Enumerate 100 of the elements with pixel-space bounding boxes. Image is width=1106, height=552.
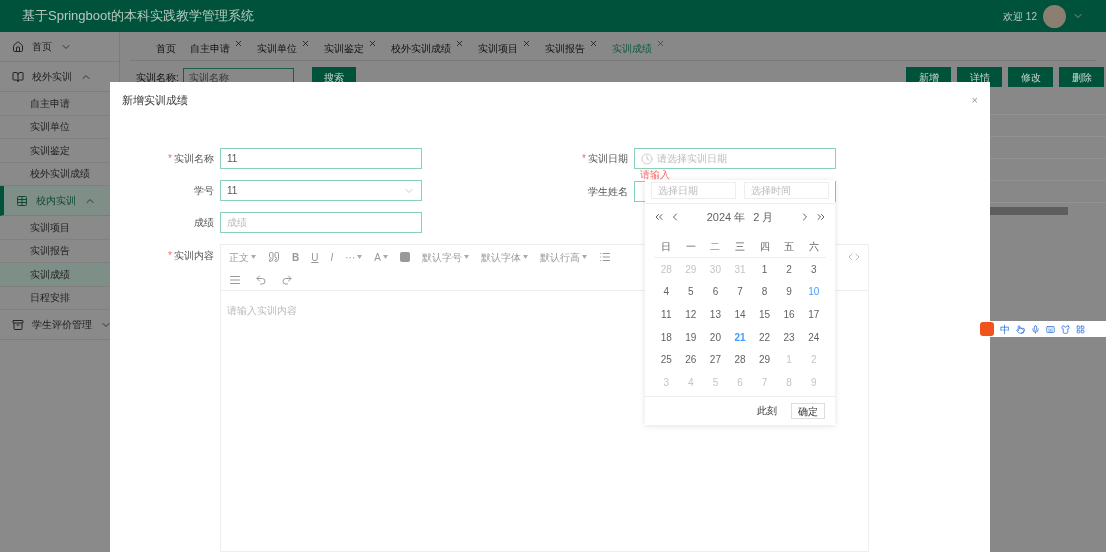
tab[interactable]: 首页 xyxy=(152,41,176,56)
dialog-title: 新增实训成绩 xyxy=(122,92,188,108)
search-label: 实训名称: xyxy=(136,70,179,85)
calendar-day[interactable]: 25 xyxy=(654,348,679,371)
caret-icon xyxy=(581,255,587,259)
field-label: * 实训名称 xyxy=(167,152,215,166)
calendar-day[interactable]: 10 xyxy=(801,280,826,304)
close-tab-icon[interactable] xyxy=(301,39,310,48)
undo-icon[interactable] xyxy=(255,273,267,286)
calendar-day[interactable]: 27 xyxy=(703,348,728,371)
ime-toolbar[interactable]: 中 xyxy=(978,321,1106,337)
select-field[interactable]: 11 xyxy=(220,180,422,201)
now-button[interactable]: 此刻 xyxy=(751,402,783,419)
calendar-day[interactable]: 14 xyxy=(727,303,753,326)
align-icon[interactable] xyxy=(229,273,241,286)
grid-icon[interactable] xyxy=(1076,324,1085,334)
line-height-dropdown[interactable]: 默认行高 xyxy=(539,249,587,265)
tab[interactable]: 实训报告 xyxy=(541,41,598,56)
calendar-day[interactable]: 15 xyxy=(752,303,777,326)
code-icon[interactable] xyxy=(848,251,860,263)
calendar-day[interactable]: 8 xyxy=(752,280,777,304)
shirt-icon[interactable] xyxy=(1061,324,1070,334)
field-label: 学生姓名 xyxy=(587,185,629,199)
close-tab-icon[interactable] xyxy=(234,39,243,48)
caret-icon xyxy=(522,255,528,259)
action-button[interactable]: 删除 xyxy=(1059,67,1104,87)
welcome-text: 欢迎 12 xyxy=(1003,9,1037,24)
keyboard-icon[interactable] xyxy=(1046,324,1055,334)
field-label: 学号 xyxy=(193,184,215,198)
tab[interactable]: 校外实训成绩 xyxy=(387,41,464,56)
weekday-label: 四 xyxy=(752,236,777,258)
close-tab-icon[interactable] xyxy=(589,39,598,48)
caret-icon xyxy=(251,255,256,259)
calendar-day[interactable]: 3 xyxy=(801,258,826,281)
calendar-day[interactable]: 9 xyxy=(776,280,802,304)
calendar-day[interactable]: 11 xyxy=(654,303,679,326)
calendar-day[interactable]: 21 xyxy=(727,325,753,349)
calendar-day[interactable]: 16 xyxy=(776,303,802,326)
underline-button[interactable]: U xyxy=(311,249,319,265)
field-label: * 实训内容 xyxy=(167,249,215,263)
close-button[interactable]: × xyxy=(971,91,978,109)
sidebar-group[interactable]: 首页 xyxy=(0,32,119,62)
close-tab-icon[interactable] xyxy=(368,39,377,48)
error-message: 请输入 xyxy=(640,169,670,180)
background-color-icon[interactable] xyxy=(399,252,410,262)
weekday-label: 三 xyxy=(727,236,753,258)
year-label[interactable]: 2024 年 xyxy=(706,208,746,226)
calendar-day[interactable]: 12 xyxy=(678,303,704,326)
close-tab-icon[interactable] xyxy=(455,39,464,48)
tab[interactable]: 实训鉴定 xyxy=(320,41,377,56)
tab[interactable]: 自主申请 xyxy=(186,41,243,56)
ime-mode[interactable]: 中 xyxy=(1000,321,1010,337)
calendar-day[interactable]: 5 xyxy=(678,280,704,304)
calendar-day[interactable]: 7 xyxy=(727,280,753,304)
calendar-day[interactable]: 28 xyxy=(727,348,753,371)
font-family-dropdown[interactable]: 默认字体 xyxy=(480,249,528,265)
action-button[interactable]: 修改 xyxy=(1008,67,1053,87)
tab[interactable]: 实训单位 xyxy=(253,41,310,56)
calendar-day[interactable]: 18 xyxy=(654,325,679,349)
bold-button[interactable]: B xyxy=(292,249,300,265)
calendar-day[interactable]: 1 xyxy=(752,258,777,281)
calendar-day[interactable]: 2 xyxy=(776,258,802,281)
calendar-day[interactable]: 29 xyxy=(752,348,777,371)
calendar-day[interactable]: 22 xyxy=(752,325,777,349)
italic-button[interactable]: I xyxy=(330,249,334,265)
calendar-day[interactable]: 20 xyxy=(703,325,728,349)
caret-icon xyxy=(382,255,388,259)
prev-year-icon[interactable] xyxy=(653,211,665,223)
tab[interactable]: 实训项目 xyxy=(474,41,531,56)
weekday-label: 五 xyxy=(776,236,802,258)
field-label: 成绩 xyxy=(193,216,215,230)
microphone-icon[interactable] xyxy=(1031,324,1040,334)
clock-icon xyxy=(641,152,653,165)
calendar-day[interactable]: 23 xyxy=(776,325,802,349)
close-tab-icon[interactable] xyxy=(522,39,531,48)
calendar-day[interactable]: 19 xyxy=(678,325,704,349)
calendar-day[interactable]: 26 xyxy=(678,348,704,371)
close-tab-icon[interactable] xyxy=(656,39,665,48)
month-label[interactable]: 2 月 xyxy=(753,208,774,226)
calendar-day[interactable]: 17 xyxy=(801,303,826,326)
caret-icon xyxy=(463,255,469,259)
format-dropdown[interactable]: 正文 xyxy=(229,249,256,265)
next-year-icon[interactable] xyxy=(815,211,827,223)
calendar-day[interactable]: 4 xyxy=(654,280,679,304)
group-label: 首页 xyxy=(32,40,52,54)
input-field[interactable]: 11 xyxy=(220,148,422,169)
font-color-dropdown[interactable]: A xyxy=(374,249,388,265)
confirm-button[interactable]: 确定 xyxy=(791,402,825,419)
calendar-day[interactable]: 24 xyxy=(801,325,826,349)
redo-icon[interactable] xyxy=(281,273,293,286)
app-title: 基于Springboot的本科实践教学管理系统 xyxy=(22,7,254,26)
font-size-dropdown[interactable]: 默认字号 xyxy=(421,249,469,265)
weekday-label: 日 xyxy=(654,236,679,258)
scroll-bar[interactable] xyxy=(990,207,1068,215)
quote-icon[interactable] xyxy=(268,251,280,263)
list-icon[interactable] xyxy=(598,251,611,263)
calendar-day[interactable]: 13 xyxy=(703,303,728,326)
calendar-day[interactable]: 6 xyxy=(703,280,728,304)
avatar[interactable] xyxy=(1043,4,1066,28)
more-dropdown[interactable]: ··· xyxy=(345,249,363,265)
